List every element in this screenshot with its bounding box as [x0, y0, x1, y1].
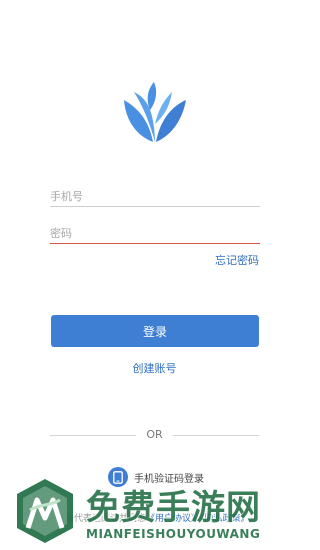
password-input[interactable]	[50, 223, 260, 244]
app-logo	[124, 82, 186, 142]
password-field[interactable]	[50, 222, 260, 244]
watermark-subtitle: MIANFEISHOUYOUWANG	[86, 527, 261, 541]
watermark-title: 免费手游网	[86, 488, 261, 528]
phone-field[interactable]	[50, 185, 260, 207]
forgot-password-link[interactable]: 忘记密码	[215, 252, 259, 268]
watermark-logo-icon	[17, 479, 73, 543]
create-account-link[interactable]: 创建账号	[0, 360, 309, 376]
divider-right	[173, 435, 259, 436]
or-label: OR	[146, 428, 163, 441]
login-button[interactable]: 登录	[51, 315, 259, 347]
phone-input[interactable]	[50, 186, 260, 207]
divider-left	[50, 435, 136, 436]
